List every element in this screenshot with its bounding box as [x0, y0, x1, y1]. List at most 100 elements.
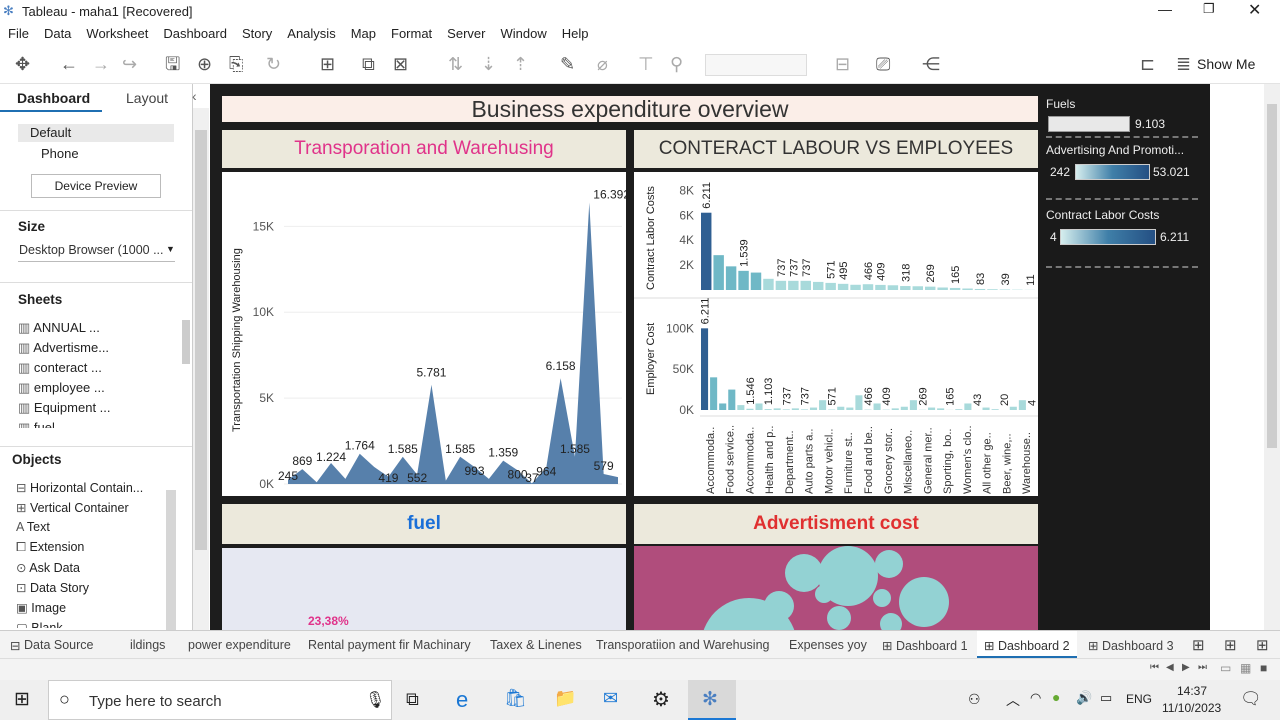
- tab-power-expenditure[interactable]: power expenditure: [188, 638, 291, 652]
- left-scroll-thumb[interactable]: [195, 130, 207, 550]
- last-page-icon[interactable]: ⏭: [1198, 662, 1207, 673]
- sheet-item[interactable]: ▥ Advertisme...: [18, 340, 183, 360]
- device-preview-button[interactable]: Device Preview: [31, 174, 161, 198]
- menu-dashboard[interactable]: Dashboard: [155, 22, 234, 41]
- microphone-icon[interactable]: 🎙: [365, 690, 385, 710]
- redo-icon[interactable]: →: [92, 54, 110, 74]
- filmstrip-icon[interactable]: ▭: [1220, 661, 1231, 675]
- show-me-icon[interactable]: ≣: [1176, 54, 1191, 74]
- tableau-taskbar-button[interactable]: ✻: [688, 680, 736, 720]
- sheet-item[interactable]: ▥ conteract ...: [18, 360, 183, 380]
- mail-icon[interactable]: ✉: [603, 688, 618, 709]
- store-icon[interactable]: 🛍: [504, 688, 527, 709]
- labels-icon[interactable]: ⊤: [638, 54, 654, 74]
- file-explorer-icon[interactable]: 📁: [554, 688, 576, 709]
- tab-dashboard-1[interactable]: ⊞ Dashboard 1: [882, 638, 968, 653]
- close-icon[interactable]: ✕: [1248, 0, 1261, 20]
- tab-layout[interactable]: Layout: [126, 90, 168, 106]
- bubble[interactable]: [827, 606, 851, 630]
- sheets-scrollbar[interactable]: [182, 320, 190, 364]
- tab-dashboard-2[interactable]: ⊞ Dashboard 2: [977, 631, 1077, 659]
- language-indicator[interactable]: ENG: [1126, 692, 1152, 706]
- share-icon[interactable]: ⋲: [922, 54, 940, 74]
- tab-buildings[interactable]: ildings: [130, 638, 165, 652]
- menu-help[interactable]: Help: [554, 22, 596, 41]
- bubble[interactable]: [815, 585, 833, 603]
- tab-expenses-yoy[interactable]: Expenses yoy: [789, 638, 867, 652]
- notifications-icon[interactable]: 🗨: [1240, 689, 1262, 709]
- labour-chart[interactable]: 2K 4K 6K 8K Contract Labor Costs 6.211 1.539 73…: [634, 172, 1038, 496]
- bubble[interactable]: [875, 550, 903, 578]
- menu-window[interactable]: Window: [492, 22, 553, 41]
- right-scrollbar[interactable]: [1264, 84, 1280, 630]
- menu-analysis[interactable]: Analysis: [279, 22, 342, 41]
- contract-legend-gradient[interactable]: [1060, 229, 1156, 245]
- menu-worksheet[interactable]: Worksheet: [78, 22, 155, 41]
- highlight-icon[interactable]: ✎: [560, 54, 575, 74]
- clock-time[interactable]: 14:37: [1177, 684, 1207, 698]
- undo-icon[interactable]: ←: [60, 54, 78, 74]
- device-phone[interactable]: Phone: [41, 146, 79, 161]
- tab-transporatiion[interactable]: Transporatiion and Warehusing: [596, 638, 769, 652]
- transport-chart[interactable]: 0K 5K 10K 15K Transportation Shipping Wareho…: [222, 172, 630, 496]
- show-me-button[interactable]: Show Me: [1197, 56, 1255, 72]
- sheet-item[interactable]: ▥ ANNUAL ...: [18, 320, 183, 340]
- chevron-up-icon[interactable]: ︿: [1006, 690, 1020, 710]
- fuel-chart[interactable]: 23,38%: [222, 548, 626, 630]
- presentation-icon[interactable]: ⎚: [876, 54, 890, 74]
- size-dropdown[interactable]: Desktop Browser (1000 ... ▼: [18, 242, 175, 262]
- advert-legend-gradient[interactable]: [1075, 164, 1150, 180]
- battery-icon[interactable]: ▭: [1100, 690, 1112, 706]
- edge-icon[interactable]: e: [456, 687, 468, 713]
- object-item[interactable]: ⊡ Data Story: [16, 580, 166, 600]
- first-page-icon[interactable]: ⏮: [1150, 662, 1159, 673]
- task-view-icon[interactable]: ⧉: [406, 689, 419, 710]
- bubble[interactable]: [785, 554, 823, 592]
- object-item[interactable]: ⊞ Vertical Container: [16, 500, 166, 520]
- right-scroll-thumb[interactable]: [1267, 104, 1277, 448]
- fix-axes-icon[interactable]: ⚲: [670, 54, 683, 74]
- object-item[interactable]: ⧠ Extension: [16, 540, 166, 560]
- settings-icon[interactable]: ⚙: [652, 687, 670, 712]
- replay-icon[interactable]: ↪: [122, 54, 137, 74]
- object-item[interactable]: ▢ Blank: [16, 620, 166, 628]
- menu-map[interactable]: Map: [343, 22, 383, 41]
- restore-icon[interactable]: ❐: [1203, 1, 1215, 17]
- menu-server[interactable]: Server: [439, 22, 492, 41]
- bubble[interactable]: [873, 589, 891, 607]
- save-icon[interactable]: 🖫: [165, 54, 180, 74]
- object-item[interactable]: ⊟ Horizontal Contain...: [16, 480, 166, 500]
- bubble[interactable]: [880, 613, 902, 630]
- refresh-icon[interactable]: ↻: [266, 54, 281, 74]
- people-icon[interactable]: ⚇: [968, 691, 981, 708]
- tableau-logo-icon[interactable]: ✥: [15, 54, 30, 74]
- sort-asc-icon[interactable]: ⇣: [481, 54, 496, 74]
- volume-icon[interactable]: 🔊: [1076, 690, 1092, 706]
- fit-dropdown[interactable]: [705, 54, 807, 76]
- windows-start-icon[interactable]: ⊞: [14, 688, 30, 711]
- device-default[interactable]: Default: [18, 124, 174, 142]
- sheet-item[interactable]: ▥ Equipment ...: [18, 400, 183, 420]
- tabs-view-icon[interactable]: ■: [1260, 661, 1267, 675]
- object-item[interactable]: ▣ Image: [16, 600, 166, 620]
- menu-file[interactable]: File: [0, 22, 36, 41]
- bubble[interactable]: [899, 577, 949, 627]
- tab-data-source[interactable]: Data Source: [24, 638, 93, 652]
- card-icon[interactable]: ⊟: [835, 54, 850, 74]
- grid-view-icon[interactable]: ▦: [1240, 661, 1251, 675]
- new-worksheet-icon[interactable]: ⊞: [320, 54, 335, 74]
- advert-chart[interactable]: [634, 546, 1038, 630]
- menu-story[interactable]: Story: [234, 22, 279, 41]
- taskbar-search-box[interactable]: ○ Type here to search 🎙: [48, 680, 392, 720]
- app-tray-icon[interactable]: ●: [1052, 689, 1060, 705]
- tab-dashboard-3[interactable]: ⊞ Dashboard 3: [1088, 638, 1174, 653]
- fuels-legend-swatch[interactable]: [1048, 116, 1130, 132]
- pause-update-icon[interactable]: ⎘: [229, 54, 243, 74]
- swap-icon[interactable]: ⇅: [448, 54, 463, 74]
- prev-page-icon[interactable]: ◀: [1166, 662, 1174, 673]
- left-scrollbar[interactable]: [193, 108, 209, 630]
- object-item[interactable]: A Text: [16, 520, 166, 540]
- collapse-icon[interactable]: ‹: [192, 88, 197, 104]
- tab-dashboard[interactable]: Dashboard: [0, 84, 102, 112]
- object-item[interactable]: ⊙ Ask Data: [16, 560, 166, 580]
